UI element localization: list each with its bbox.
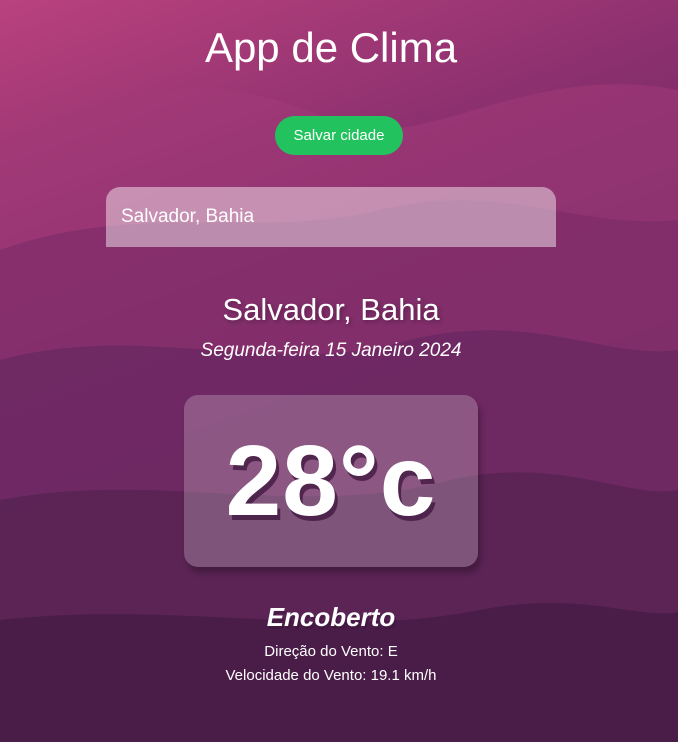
weather-condition: Encoberto bbox=[266, 602, 396, 632]
location-name: Salvador, Bahia bbox=[222, 292, 440, 327]
app-title: App de Clima bbox=[204, 24, 458, 71]
save-city-button[interactable]: Salvar cidade bbox=[275, 116, 403, 155]
city-search-input[interactable] bbox=[106, 187, 556, 247]
temperature-card: 28°c bbox=[184, 395, 478, 567]
weather-app: App de Clima Salvar cidade Salvador, Bah… bbox=[0, 0, 678, 742]
wind-speed: Velocidade do Vento: 19.1 km/h bbox=[225, 667, 437, 684]
current-date: Segunda-feira 15 Janeiro 2024 bbox=[200, 340, 462, 361]
temperature-value: 28°c bbox=[225, 425, 437, 537]
wind-direction: Direção do Vento: E bbox=[264, 643, 398, 660]
